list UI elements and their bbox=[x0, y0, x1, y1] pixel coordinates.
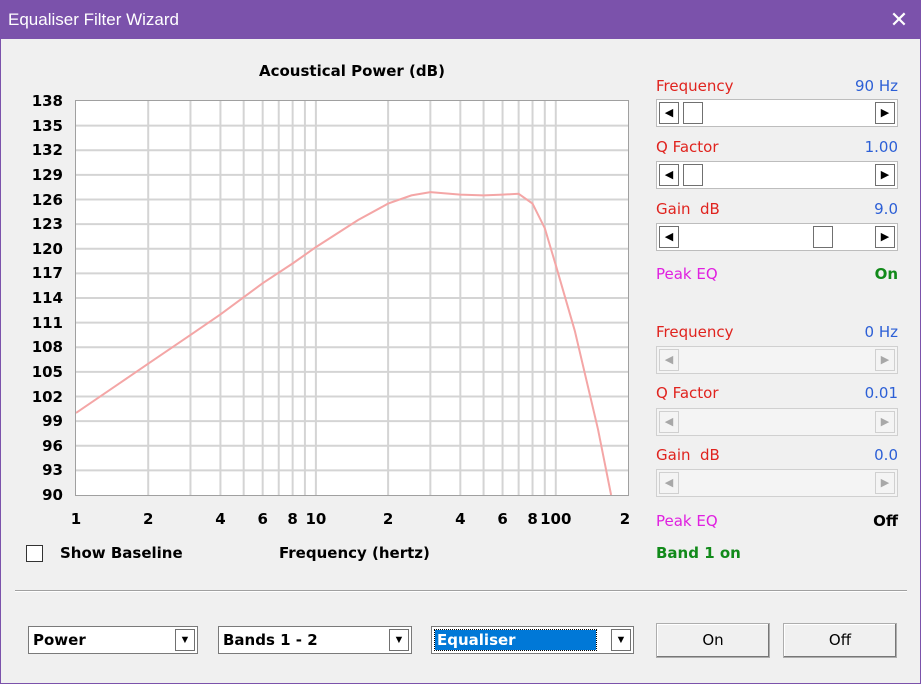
close-icon[interactable]: ✕ bbox=[876, 1, 921, 39]
band1-frequency-label: Frequency bbox=[656, 77, 734, 95]
chevron-down-icon[interactable]: ▼ bbox=[611, 629, 631, 651]
response-plot bbox=[76, 101, 628, 495]
chevron-down-icon[interactable]: ▼ bbox=[175, 629, 195, 651]
band1-q-label: Q Factor bbox=[656, 138, 719, 156]
slider-thumb[interactable] bbox=[813, 226, 833, 248]
view-combo[interactable]: Power ▼ bbox=[28, 626, 198, 654]
off-button[interactable]: Off bbox=[783, 623, 897, 658]
x-tick-label: 8 bbox=[287, 510, 298, 528]
y-tick-label: 105 bbox=[31, 362, 63, 381]
x-tick-label: 6 bbox=[257, 510, 268, 528]
window-title: Equaliser Filter Wizard bbox=[8, 10, 179, 29]
x-tick-label: 4 bbox=[215, 510, 226, 528]
left-arrow-icon[interactable]: ◀ bbox=[659, 472, 679, 494]
y-tick-label: 102 bbox=[31, 387, 63, 406]
band1-gain-label: Gain dB bbox=[656, 200, 720, 218]
band2-gain-label: Gain dB bbox=[656, 446, 720, 464]
show-baseline-label[interactable]: Show Baseline bbox=[60, 544, 183, 562]
left-arrow-icon[interactable]: ◀ bbox=[659, 411, 679, 433]
response-curve bbox=[76, 191, 613, 495]
right-arrow-icon[interactable]: ▶ bbox=[875, 349, 895, 371]
x-axis-label: Frequency (hertz) bbox=[279, 544, 430, 562]
slider-thumb[interactable] bbox=[683, 164, 703, 186]
bands-combo-value: Bands 1 - 2 bbox=[223, 631, 318, 649]
left-arrow-icon[interactable]: ◀ bbox=[659, 164, 679, 186]
y-tick-label: 99 bbox=[42, 412, 63, 431]
y-tick-label: 117 bbox=[31, 264, 63, 283]
y-tick-label: 114 bbox=[31, 289, 63, 307]
band2-frequency-label: Frequency bbox=[656, 323, 734, 341]
band2-frequency-slider[interactable]: ◀ ▶ bbox=[656, 346, 898, 374]
show-baseline-checkbox[interactable] bbox=[26, 545, 43, 562]
equaliser-window: Equaliser Filter Wizard ✕ Acoustical Pow… bbox=[0, 0, 921, 684]
chevron-down-icon[interactable]: ▼ bbox=[389, 629, 409, 651]
band1-gain-slider[interactable]: ◀ ▶ bbox=[656, 223, 898, 251]
y-tick-label: 138 bbox=[31, 92, 63, 110]
band2-frequency-value: 0 Hz bbox=[864, 323, 898, 341]
band2-gain-value: 0.0 bbox=[874, 446, 898, 464]
right-arrow-icon[interactable]: ▶ bbox=[875, 472, 895, 494]
y-tick-label: 126 bbox=[31, 190, 63, 209]
on-button[interactable]: On bbox=[656, 623, 770, 658]
y-tick-label: 90 bbox=[42, 486, 63, 504]
y-tick-label: 111 bbox=[31, 313, 63, 332]
right-arrow-icon[interactable]: ▶ bbox=[875, 164, 895, 186]
left-arrow-icon[interactable]: ◀ bbox=[659, 226, 679, 248]
x-tick-label: 100 bbox=[540, 510, 572, 528]
x-tick-label: 6 bbox=[497, 510, 508, 528]
slider-thumb[interactable] bbox=[683, 102, 703, 124]
band2-mode-label: Peak EQ bbox=[656, 512, 718, 530]
chart-title: Acoustical Power (dB) bbox=[259, 62, 445, 80]
x-tick-label: 2 bbox=[619, 510, 631, 528]
filter-type-combo[interactable]: Equaliser ▼ bbox=[431, 626, 634, 654]
x-tick-label: 2 bbox=[142, 510, 154, 528]
band1-mode-label: Peak EQ bbox=[656, 265, 718, 283]
y-tick-label: 93 bbox=[42, 461, 63, 480]
right-arrow-icon[interactable]: ▶ bbox=[875, 411, 895, 433]
left-arrow-icon[interactable]: ◀ bbox=[659, 102, 679, 124]
bands-combo[interactable]: Bands 1 - 2 ▼ bbox=[218, 626, 412, 654]
right-arrow-icon[interactable]: ▶ bbox=[875, 102, 895, 124]
divider bbox=[15, 590, 907, 592]
band1-q-value: 1.00 bbox=[864, 138, 898, 156]
band2-mode-state: Off bbox=[873, 512, 898, 530]
plot-area bbox=[75, 100, 629, 496]
left-arrow-icon[interactable]: ◀ bbox=[659, 349, 679, 371]
x-tick-label: 10 bbox=[305, 510, 327, 528]
band2-q-label: Q Factor bbox=[656, 384, 719, 402]
y-tick-label: 135 bbox=[31, 116, 63, 135]
band-status: Band 1 on bbox=[656, 544, 741, 562]
view-combo-value: Power bbox=[33, 631, 86, 649]
band2-q-value: 0.01 bbox=[864, 384, 898, 402]
x-tick-label: 1 bbox=[70, 510, 82, 528]
y-tick-label: 123 bbox=[31, 215, 63, 234]
x-tick-label: 8 bbox=[527, 510, 538, 528]
band1-q-slider[interactable]: ◀ ▶ bbox=[656, 161, 898, 189]
x-tick-label: 4 bbox=[455, 510, 466, 528]
y-tick-label: 108 bbox=[31, 338, 63, 357]
title-bar: Equaliser Filter Wizard ✕ bbox=[1, 1, 921, 39]
band1-gain-value: 9.0 bbox=[874, 200, 898, 218]
x-tick-label: 2 bbox=[382, 510, 394, 528]
band1-frequency-value: 90 Hz bbox=[854, 77, 898, 95]
y-tick-label: 132 bbox=[31, 141, 63, 160]
y-tick-label: 120 bbox=[31, 239, 63, 258]
right-arrow-icon[interactable]: ▶ bbox=[875, 226, 895, 248]
y-tick-label: 96 bbox=[42, 436, 63, 455]
y-tick-label: 129 bbox=[31, 165, 63, 184]
band2-gain-slider[interactable]: ◀ ▶ bbox=[656, 469, 898, 497]
band1-frequency-slider[interactable]: ◀ ▶ bbox=[656, 99, 898, 127]
band1-mode-state: On bbox=[874, 265, 898, 283]
band2-q-slider[interactable]: ◀ ▶ bbox=[656, 408, 898, 436]
filter-type-combo-value: Equaliser bbox=[434, 629, 597, 651]
